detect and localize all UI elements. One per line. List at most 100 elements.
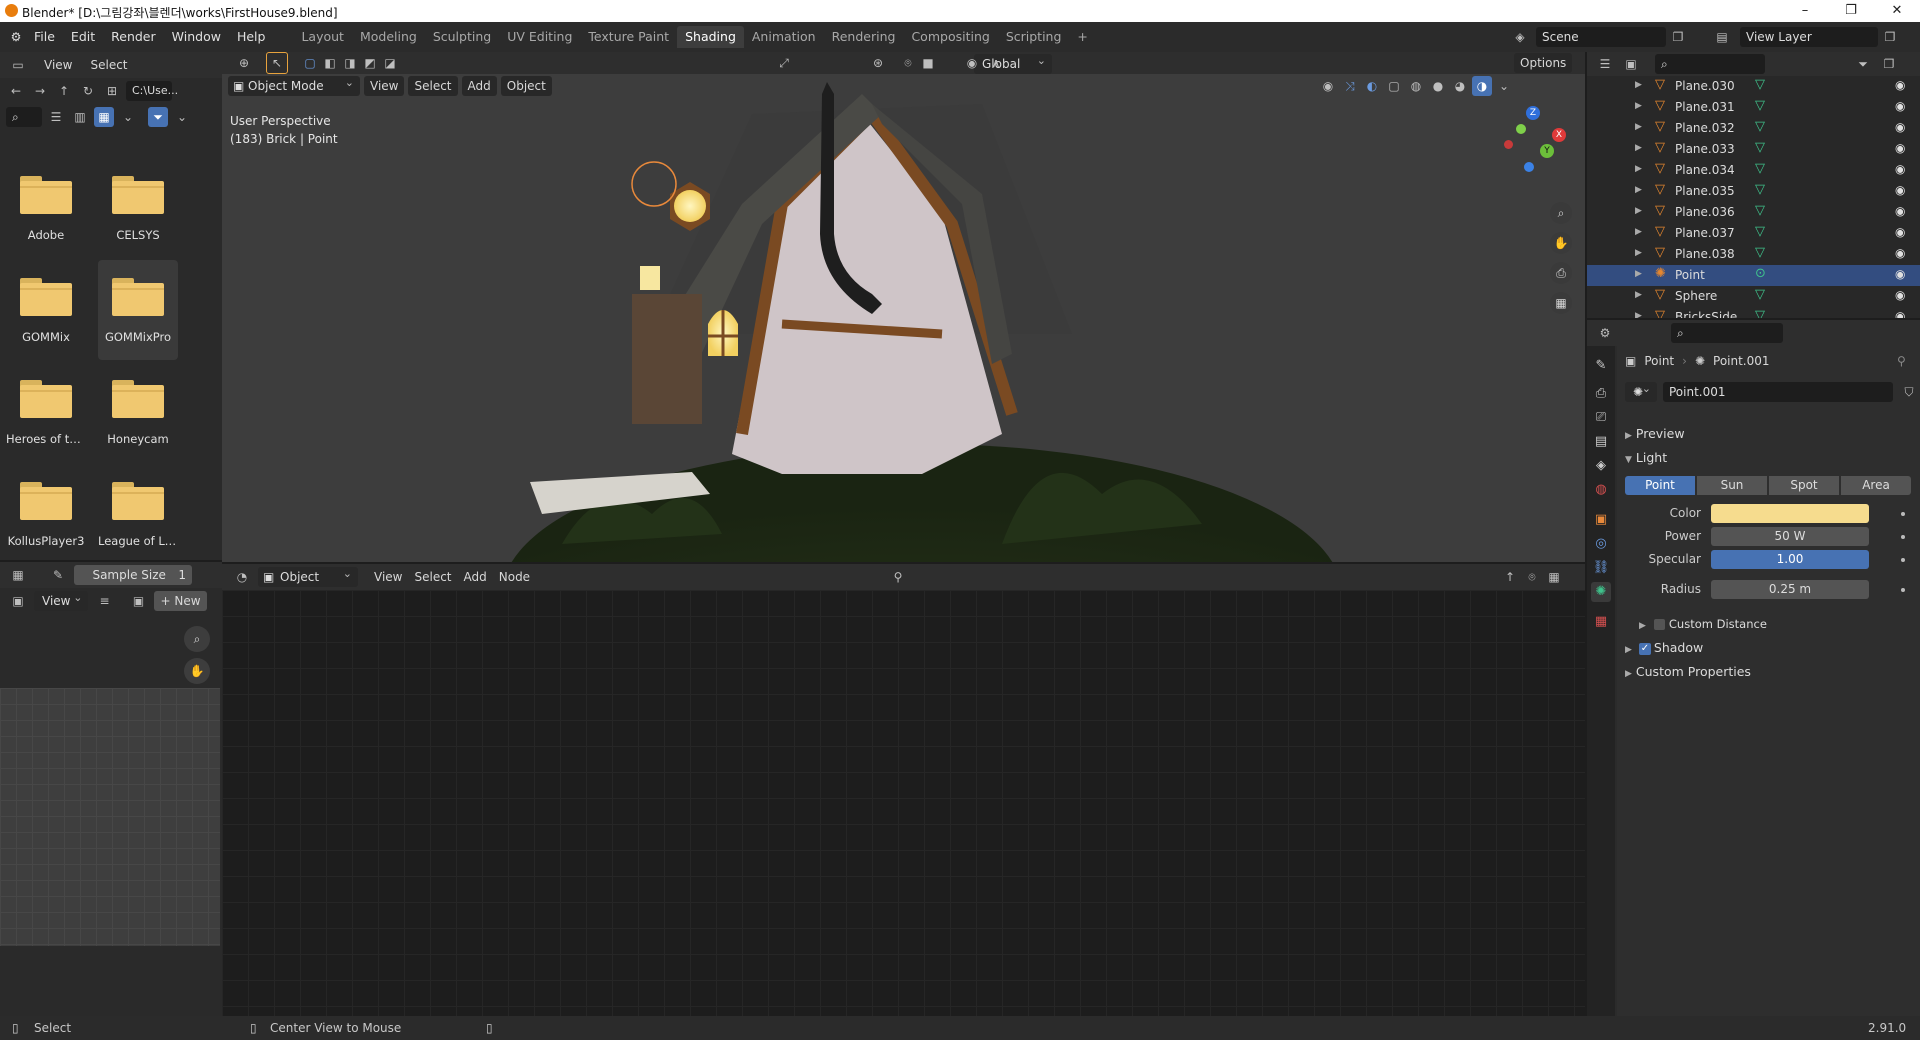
scene-selector[interactable]: Scene [1536, 27, 1666, 47]
editor-type-icon[interactable]: ▦ [8, 565, 28, 585]
select-invert-icon[interactable]: ◩ [360, 53, 380, 73]
constraints-tab-icon[interactable]: ⛓ [1591, 558, 1611, 578]
custom-distance-checkbox[interactable] [1653, 619, 1665, 630]
snap-target-icon[interactable]: ■ [918, 53, 938, 73]
menu-window[interactable]: Window [164, 26, 229, 48]
preview-section[interactable]: ▶ Preview [1625, 426, 1685, 441]
folder-item[interactable]: Heroes of the ... [6, 366, 86, 462]
restore-button[interactable]: ❐ [1828, 0, 1874, 22]
gizmo-y-axis[interactable]: Y [1540, 144, 1554, 158]
select-box-icon[interactable]: ▢ [300, 53, 320, 73]
expand-arrow-icon[interactable]: ▶ [1635, 143, 1642, 153]
outliner-row[interactable]: ▶ ▽ Plane.032 ▽ ◉ [1587, 118, 1920, 139]
snap-mode-icon[interactable]: ▦ [1544, 567, 1564, 587]
mesh-data-icon[interactable]: ▽ [1755, 98, 1765, 113]
mesh-data-icon[interactable]: ▽ [1755, 308, 1765, 318]
vp-menu-object[interactable]: Object [500, 76, 552, 96]
forward-icon[interactable]: → [30, 81, 50, 101]
light-type-spot[interactable]: Spot [1769, 476, 1839, 495]
visibility-eye-icon[interactable]: ◉ [1895, 183, 1905, 197]
fb-search-input[interactable]: ⌕ [6, 107, 42, 127]
custom-distance-section[interactable]: ▶ Custom Distance [1639, 616, 1767, 631]
tab-sculpting[interactable]: Sculpting [425, 26, 499, 48]
folder-item[interactable]: CELSYS [98, 162, 178, 258]
material-shading-icon[interactable]: ◕ [1450, 76, 1470, 96]
vp-menu-select[interactable]: Select [408, 76, 458, 96]
pan-hand-icon[interactable]: ✋ [1550, 232, 1572, 254]
expand-arrow-icon[interactable]: ▶ [1635, 185, 1642, 195]
light-data-tab-icon[interactable]: ✺ [1591, 582, 1611, 602]
outliner-row[interactable]: ▶ ▽ Plane.038 ▽ ◉ [1587, 244, 1920, 265]
outliner-row[interactable]: ▶ ▽ Plane.035 ▽ ◉ [1587, 181, 1920, 202]
solid-shading-icon[interactable]: ● [1428, 76, 1448, 96]
parent-node-icon[interactable]: ↑ [1500, 567, 1520, 587]
sample-tool-icon[interactable]: ✎ [48, 565, 68, 585]
editor-type-icon[interactable]: ⊕ [234, 53, 254, 73]
expand-arrow-icon[interactable]: ▶ [1635, 290, 1642, 300]
expand-arrow-icon[interactable]: ▶ [1635, 248, 1642, 258]
shading-options-icon[interactable]: ⌄ [1494, 76, 1514, 96]
hamburger-icon[interactable]: ≡ [94, 591, 114, 611]
camera-icon[interactable]: ⎙ [1550, 262, 1572, 284]
expand-arrow-icon[interactable]: ▶ [1635, 227, 1642, 237]
list-horizontal-icon[interactable]: ▥ [70, 107, 90, 127]
ne-menu-node[interactable]: Node [493, 567, 536, 587]
ne-menu-add[interactable]: Add [458, 567, 493, 587]
editor-type-icon[interactable]: ⚙ [1595, 323, 1615, 343]
pin-icon[interactable]: ⚲ [888, 567, 908, 587]
light-section[interactable]: ▼ Light [1625, 450, 1667, 465]
thumbnail-view-icon[interactable]: ▦ [94, 107, 114, 127]
list-vertical-icon[interactable]: ☰ [46, 107, 66, 127]
pivot-icon[interactable]: ⊛ [868, 53, 888, 73]
menu-edit[interactable]: Edit [63, 26, 103, 48]
select-tool-icon[interactable]: ↖ [266, 52, 288, 74]
expand-arrow-icon[interactable]: ▶ [1635, 101, 1642, 111]
proportional-edit-icon[interactable]: ◉ [962, 53, 982, 73]
object-mode-dropdown[interactable]: ▣ Object Mode [228, 74, 360, 96]
mesh-data-icon[interactable]: ▽ [1755, 77, 1765, 92]
vp-menu-view[interactable]: View [364, 76, 405, 96]
pan-hand-icon[interactable]: ✋ [184, 658, 210, 684]
scene-icon[interactable]: ◈ [1510, 27, 1530, 47]
image-canvas[interactable] [0, 688, 220, 946]
add-workspace-button[interactable]: + [1069, 26, 1095, 48]
visibility-eye-icon[interactable]: ◉ [1895, 120, 1905, 134]
blender-menu-icon[interactable]: ⚙ [6, 27, 26, 47]
sample-size-field[interactable]: Sample Size 1 [74, 565, 192, 585]
keyframe-dot-icon[interactable] [1901, 512, 1905, 516]
filter-icon[interactable]: ⏷ [1853, 54, 1873, 74]
navigation-gizmo[interactable]: Z X Y [1502, 100, 1572, 172]
specular-slider[interactable]: 1.00 [1711, 550, 1869, 569]
expand-arrow-icon[interactable]: ▶ [1635, 80, 1642, 90]
shader-node-editor[interactable] [222, 564, 1585, 1016]
visibility-eye-icon[interactable]: ◉ [1895, 309, 1905, 318]
light-type-point[interactable]: Point [1625, 476, 1695, 495]
outliner-row[interactable]: ▶ ▽ Plane.034 ▽ ◉ [1587, 160, 1920, 181]
fb-path-field[interactable]: C:\Use... [126, 81, 178, 101]
image-editor-icon[interactable]: ▣ [8, 591, 28, 611]
image-browse-icon[interactable]: ▣ [128, 591, 148, 611]
outliner-search-input[interactable]: ⌕ [1655, 54, 1765, 74]
texture-tab-icon[interactable]: ▦ [1591, 612, 1611, 632]
mesh-data-icon[interactable]: ▽ [1755, 182, 1765, 197]
fb-menu-view[interactable]: View [38, 55, 78, 75]
shadow-checkbox[interactable]: ✓ [1638, 642, 1651, 655]
visibility-eye-icon[interactable]: ◉ [1895, 288, 1905, 302]
new-scene-icon[interactable]: ❐ [1668, 27, 1688, 47]
datablock-name-field[interactable]: Point.001 [1663, 382, 1893, 402]
shader-type-dropdown[interactable]: ▣ Object [258, 564, 358, 587]
snap-icon[interactable]: ⌾ [898, 53, 918, 73]
outliner-row[interactable]: ▶ ▽ Plane.033 ▽ ◉ [1587, 139, 1920, 160]
visibility-eye-icon[interactable]: ◉ [1895, 99, 1905, 113]
rendered-shading-icon[interactable]: ◑ [1472, 76, 1492, 96]
physics-tab-icon[interactable]: ◎ [1591, 534, 1611, 554]
menu-render[interactable]: Render [103, 26, 164, 48]
outliner-row[interactable]: ▶ ▽ Plane.031 ▽ ◉ [1587, 97, 1920, 118]
refresh-icon[interactable]: ↻ [78, 81, 98, 101]
gizmo-x-axis[interactable]: X [1552, 128, 1566, 142]
view-menu[interactable]: View [34, 588, 89, 611]
folder-item[interactable]: KollusPlayer3 [6, 468, 86, 564]
outliner-row[interactable]: ▶ ✺ Point ⊙ ◉ [1587, 265, 1920, 286]
visibility-eye-icon[interactable]: ◉ [1895, 246, 1905, 260]
close-button[interactable]: ✕ [1874, 0, 1920, 22]
